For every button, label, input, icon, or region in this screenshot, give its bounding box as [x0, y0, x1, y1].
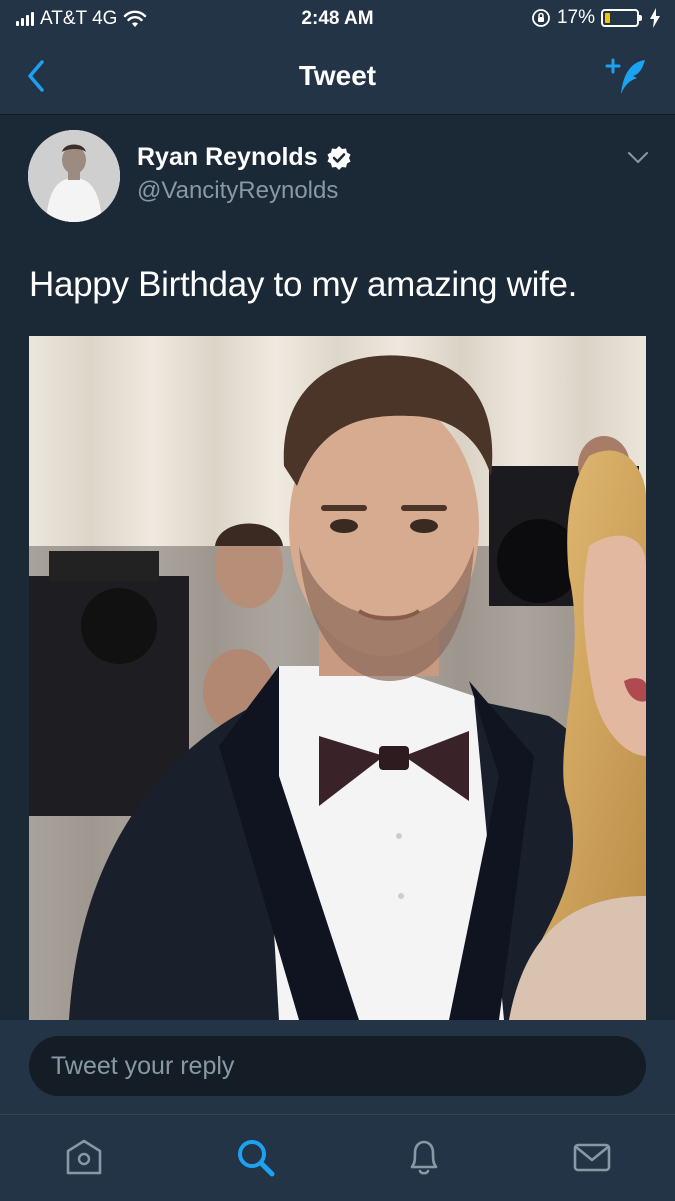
chevron-down-icon[interactable] — [627, 151, 649, 165]
tweet-text: Happy Birthday to my amazing wife. — [29, 265, 578, 304]
photo-image — [29, 336, 646, 1020]
status-bar: AT&T 4G 2:48 AM 17% — [0, 0, 675, 38]
mail-icon[interactable] — [570, 1135, 614, 1179]
battery-level — [605, 13, 610, 23]
bell-icon[interactable] — [402, 1135, 446, 1179]
home-icon[interactable] — [62, 1135, 106, 1179]
battery-group: 17% — [531, 7, 661, 29]
page-title: Tweet — [298, 60, 377, 91]
compose-tweet-icon[interactable] — [601, 54, 651, 98]
orientation-lock-icon — [532, 9, 550, 27]
search-icon[interactable] — [233, 1135, 277, 1179]
author-handle[interactable]: @VancityReynolds — [137, 177, 338, 205]
tweet-media-photo[interactable] — [29, 336, 646, 1020]
battery-icon — [601, 9, 642, 27]
charging-bolt-icon — [650, 8, 660, 28]
author-name: Ryan Reynolds — [137, 143, 318, 171]
tab-bar — [0, 1114, 675, 1201]
battery-percent: 17% — [556, 7, 595, 28]
tweet-detail: Ryan Reynolds @VancityReynolds Happy Bir… — [0, 115, 675, 1020]
avatar[interactable] — [28, 130, 120, 222]
author-name-row[interactable]: Ryan Reynolds — [137, 143, 352, 172]
reply-input[interactable]: Tweet your reply — [29, 1036, 646, 1096]
avatar-image — [28, 130, 120, 222]
reply-bar: Tweet your reply — [0, 1020, 675, 1114]
navigation-bar: Tweet — [0, 38, 675, 115]
verified-badge-icon — [327, 145, 351, 170]
